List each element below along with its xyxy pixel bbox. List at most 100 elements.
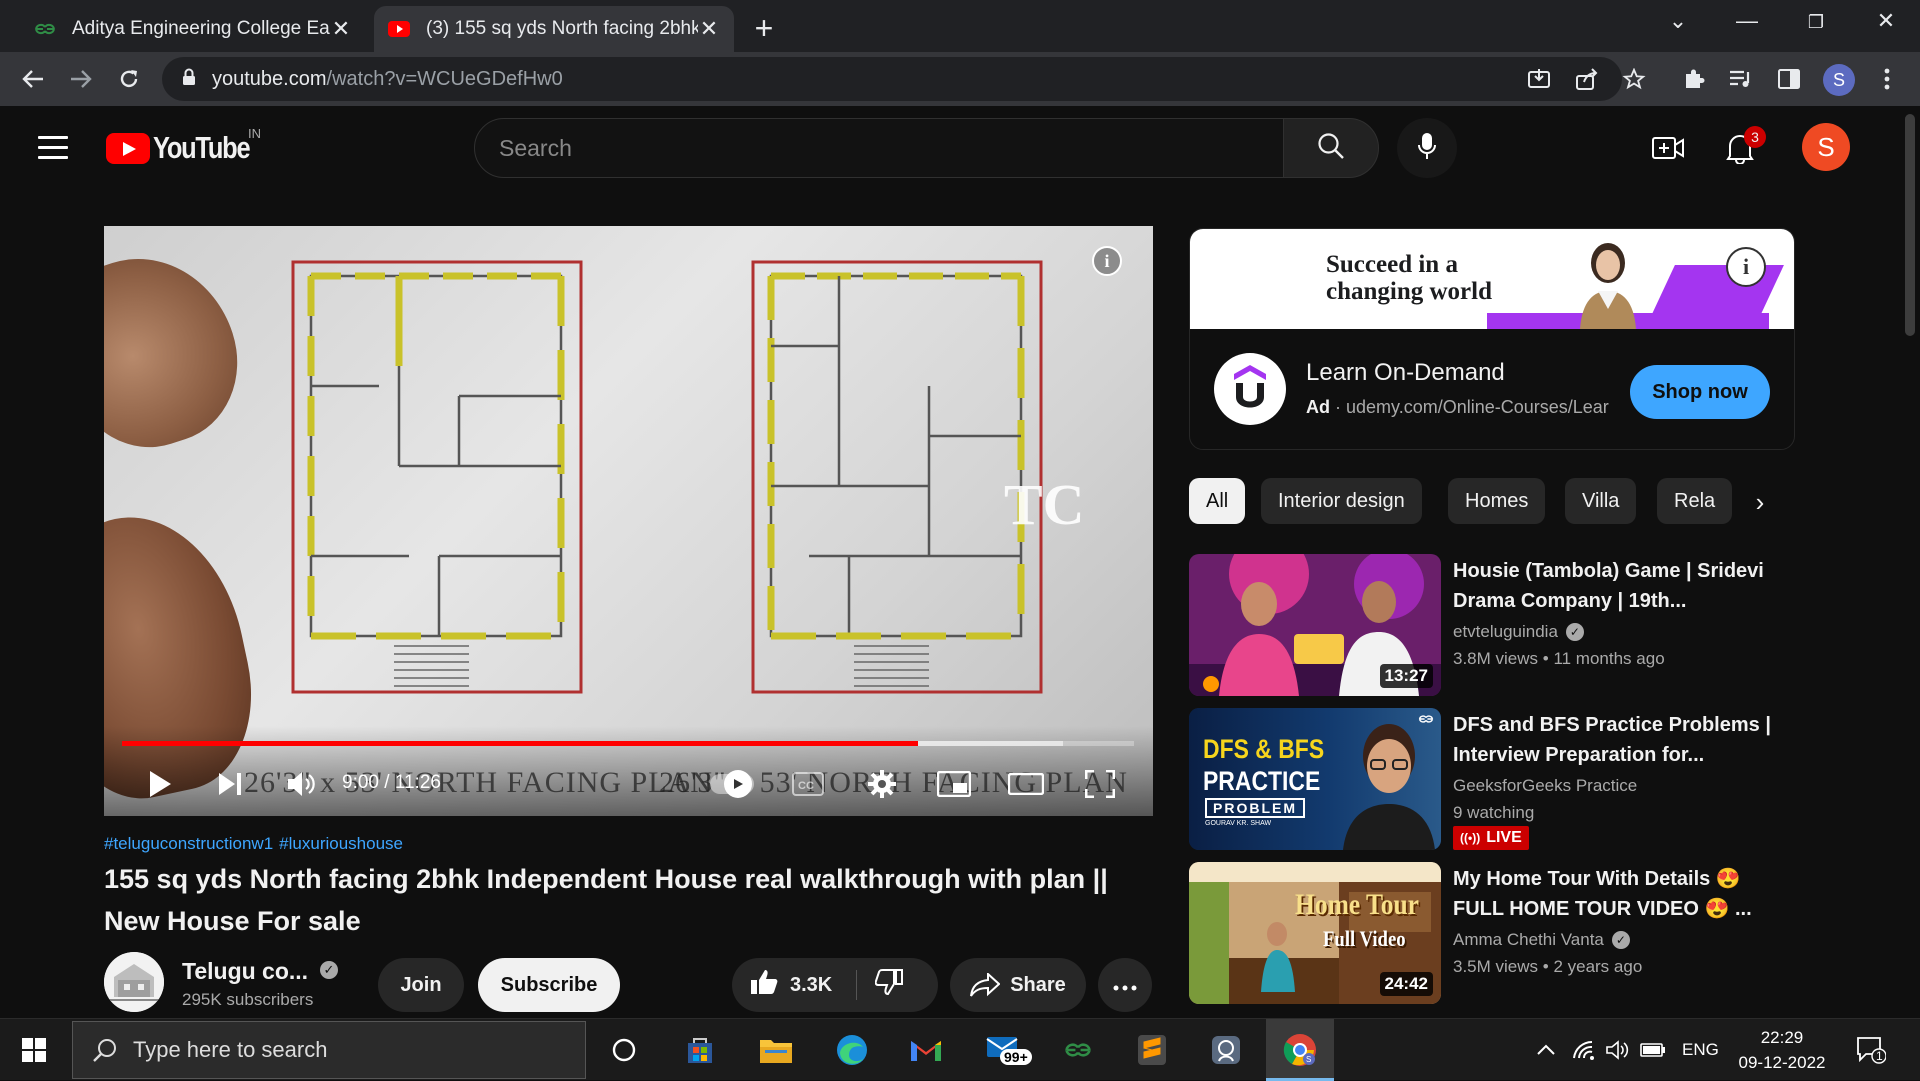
extensions-icon[interactable] — [1677, 62, 1711, 96]
tray-show-hidden-icon[interactable] — [1536, 1019, 1556, 1081]
progress-bar[interactable] — [122, 741, 1134, 746]
channel-name[interactable]: Amma Chethi Vanta — [1453, 930, 1604, 950]
youtube-logo[interactable]: YouTube IN — [106, 126, 271, 166]
wifi-icon[interactable] — [1572, 1019, 1596, 1081]
chips-next-chevron-icon[interactable]: › — [1736, 478, 1784, 526]
windows-start-icon[interactable] — [10, 1027, 58, 1073]
chrome-icon[interactable]: S — [1276, 1027, 1324, 1073]
video-player[interactable]: TC i 26'3" x 53' NORTH FACING PLAN 26'3"… — [104, 226, 1153, 816]
chrome-menu-icon[interactable] — [1870, 62, 1904, 96]
share-button[interactable]: Share — [950, 958, 1086, 1012]
menu-hamburger-icon[interactable] — [38, 136, 68, 166]
ad-banner[interactable]: Succeed in a changing world i — [1190, 229, 1794, 329]
close-tab-icon[interactable]: ✕ — [330, 16, 352, 42]
scrollbar-thumb[interactable] — [1905, 114, 1915, 336]
language-indicator[interactable]: ENG — [1682, 1019, 1719, 1081]
browser-tab-youtube[interactable]: (3) 155 sq yds North facing 2bhk ✕ — [374, 6, 734, 52]
channel-name[interactable]: etvteluguindia — [1453, 622, 1558, 642]
chrome-profile-avatar[interactable]: S — [1823, 64, 1855, 96]
chip-interior-design[interactable]: Interior design — [1261, 478, 1422, 524]
gmail-icon[interactable] — [902, 1027, 950, 1073]
video-title[interactable]: Housie (Tambola) Game | Sridevi Drama Co… — [1453, 556, 1783, 616]
chip-homes[interactable]: Homes — [1448, 478, 1546, 524]
taskbar-search-input[interactable]: Type here to search — [72, 1021, 586, 1079]
browser-tab-college[interactable]: Aditya Engineering College East G ✕ — [20, 6, 366, 52]
join-button[interactable]: Join — [378, 958, 464, 1012]
recommended-video[interactable]: 13:27 Housie (Tambola) Game | Sridevi Dr… — [1189, 554, 1795, 696]
cortana-circle-icon[interactable] — [600, 1027, 648, 1073]
like-button[interactable]: 3.3K — [750, 969, 832, 1001]
channel-watermark[interactable]: TC — [1004, 471, 1085, 538]
recommended-video[interactable]: DFS & BFS PRACTICE PROBLEM GOURAV KR. SH… — [1189, 708, 1795, 850]
create-video-icon[interactable] — [1648, 128, 1688, 168]
miniplayer-icon[interactable] — [934, 766, 974, 802]
channel-name[interactable]: GeeksforGeeks Practice — [1453, 776, 1637, 796]
video-metadata: 3.8M views • 11 months ago — [1453, 649, 1665, 668]
mail-app-icon[interactable]: 99+ — [978, 1027, 1032, 1073]
install-app-icon[interactable] — [1522, 62, 1556, 96]
dislike-button[interactable] — [874, 969, 904, 1001]
ad-person-image — [1580, 243, 1636, 329]
search-button[interactable] — [1283, 118, 1379, 178]
back-arrow-icon[interactable] — [16, 62, 50, 96]
geeksforgeeks-icon[interactable] — [1054, 1027, 1102, 1073]
recommended-video[interactable]: Home Tour Full Video 24:42 My Home Tour … — [1189, 862, 1795, 1004]
video-thumbnail[interactable]: DFS & BFS PRACTICE PROBLEM GOURAV KR. SH… — [1189, 708, 1441, 850]
forward-arrow-icon[interactable] — [64, 62, 98, 96]
share-page-icon[interactable] — [1570, 62, 1604, 96]
autoplay-toggle[interactable] — [710, 770, 754, 798]
tab-search-chevron-icon[interactable]: ⌄ — [1658, 8, 1698, 34]
subtitles-icon[interactable]: CC — [788, 766, 828, 802]
play-icon[interactable] — [140, 766, 180, 802]
minimize-icon[interactable]: — — [1727, 8, 1767, 34]
bookmark-star-icon[interactable] — [1617, 62, 1651, 96]
battery-icon[interactable] — [1640, 1019, 1666, 1081]
virtual-desktop-app-icon[interactable] — [1202, 1027, 1250, 1073]
viewer-count: 9 watching — [1453, 803, 1535, 822]
hashtag-link[interactable]: #teluguconstructionw1 — [104, 834, 273, 853]
page-scrollbar[interactable] — [1900, 106, 1920, 1018]
edge-browser-icon[interactable] — [828, 1027, 876, 1073]
theater-mode-icon[interactable] — [1006, 766, 1046, 802]
address-bar[interactable]: youtube.com/watch?v=WCUeGDefHw0 — [162, 57, 1622, 101]
chip-villa[interactable]: Villa — [1565, 478, 1637, 524]
subscribe-button[interactable]: Subscribe — [478, 958, 620, 1012]
video-thumbnail[interactable]: Home Tour Full Video 24:42 — [1189, 862, 1441, 1004]
microsoft-store-icon[interactable] — [676, 1027, 724, 1073]
file-explorer-icon[interactable] — [752, 1027, 800, 1073]
action-center-icon[interactable]: 1 — [1856, 1019, 1886, 1081]
close-tab-icon[interactable]: ✕ — [698, 16, 720, 42]
fullscreen-icon[interactable] — [1080, 766, 1120, 802]
media-control-icon[interactable] — [1724, 62, 1758, 96]
channel-avatar[interactable] — [104, 952, 164, 1012]
lock-icon[interactable] — [182, 68, 196, 91]
side-panel-icon[interactable] — [1772, 62, 1806, 96]
taskbar-clock[interactable]: 22:29 09-12-2022 — [1722, 1025, 1842, 1075]
video-thumbnail[interactable]: 13:27 — [1189, 554, 1441, 696]
chip-all[interactable]: All — [1189, 478, 1246, 524]
search-input[interactable]: Search — [474, 118, 1284, 178]
more-actions-button[interactable] — [1098, 958, 1152, 1012]
live-badge: ((•)) LIVE — [1453, 826, 1529, 850]
reload-icon[interactable] — [112, 62, 146, 96]
restore-icon[interactable]: ❐ — [1796, 12, 1836, 33]
channel-name[interactable]: Telugu co... — [182, 958, 308, 985]
sponsored-ad-card[interactable]: Succeed in a changing world i Learn On-De… — [1189, 228, 1795, 450]
user-avatar[interactable]: S — [1802, 123, 1850, 171]
close-window-icon[interactable]: ✕ — [1866, 8, 1906, 34]
voice-search-button[interactable] — [1397, 118, 1457, 178]
ad-info-icon[interactable]: i — [1726, 247, 1766, 287]
microphone-icon — [1418, 132, 1436, 165]
sublime-text-icon[interactable] — [1128, 1027, 1176, 1073]
speaker-icon[interactable] — [1606, 1019, 1630, 1081]
video-title[interactable]: My Home Tour With Details 😍 FULL HOME TO… — [1453, 864, 1783, 924]
settings-gear-icon[interactable] — [862, 766, 902, 802]
volume-icon[interactable] — [282, 766, 322, 802]
info-card-icon[interactable]: i — [1092, 246, 1122, 276]
video-title[interactable]: DFS and BFS Practice Problems | Intervie… — [1453, 710, 1783, 770]
shop-now-button[interactable]: Shop now — [1630, 365, 1770, 419]
chip-rela[interactable]: Rela — [1657, 478, 1733, 524]
new-tab-button[interactable]: + — [748, 10, 780, 47]
hashtag-link[interactable]: #luxurioushouse — [279, 834, 403, 853]
next-video-icon[interactable] — [210, 766, 250, 802]
